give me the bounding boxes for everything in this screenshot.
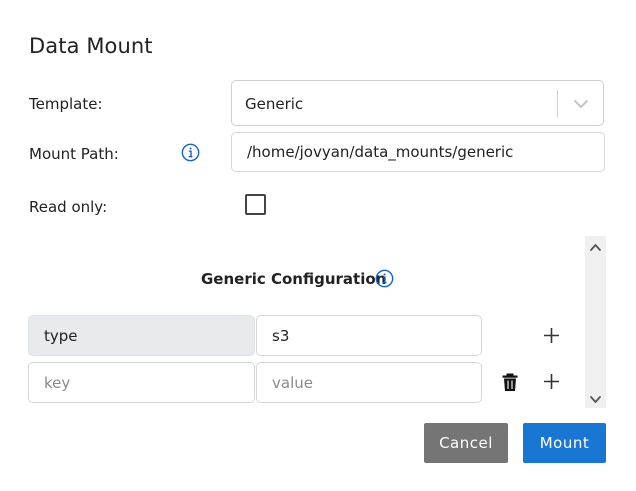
data-mount-dialog: Data Mount Template: Generic Mount Path:… bbox=[0, 0, 636, 491]
config-value-input[interactable] bbox=[256, 362, 482, 403]
mount-button[interactable]: Mount bbox=[523, 423, 606, 463]
chevron-down-icon[interactable] bbox=[572, 95, 590, 113]
dialog-title: Data Mount bbox=[29, 34, 153, 58]
select-separator bbox=[557, 90, 558, 117]
mount-path-label: Mount Path: bbox=[29, 145, 119, 163]
template-label: Template: bbox=[29, 95, 103, 113]
config-value-input[interactable] bbox=[256, 315, 482, 356]
template-select[interactable]: Generic bbox=[231, 80, 604, 126]
read-only-label: Read only: bbox=[29, 198, 108, 216]
read-only-checkbox[interactable] bbox=[245, 194, 266, 215]
info-icon[interactable] bbox=[375, 269, 394, 288]
cancel-button[interactable]: Cancel bbox=[424, 423, 508, 463]
chevron-down-icon[interactable] bbox=[589, 391, 602, 404]
mount-path-input[interactable] bbox=[231, 132, 605, 172]
trash-icon[interactable] bbox=[499, 371, 521, 393]
plus-icon[interactable] bbox=[541, 371, 563, 393]
config-heading: Generic Configuration bbox=[201, 270, 387, 288]
plus-icon[interactable] bbox=[541, 325, 563, 347]
generic-config-panel: Generic Configuration bbox=[0, 236, 584, 408]
chevron-up-icon[interactable] bbox=[589, 239, 602, 252]
config-key-input[interactable] bbox=[28, 362, 255, 403]
template-select-value: Generic bbox=[245, 95, 304, 113]
config-key-input[interactable] bbox=[28, 315, 255, 356]
info-icon[interactable] bbox=[181, 143, 200, 162]
config-scrollbar[interactable] bbox=[585, 236, 606, 408]
